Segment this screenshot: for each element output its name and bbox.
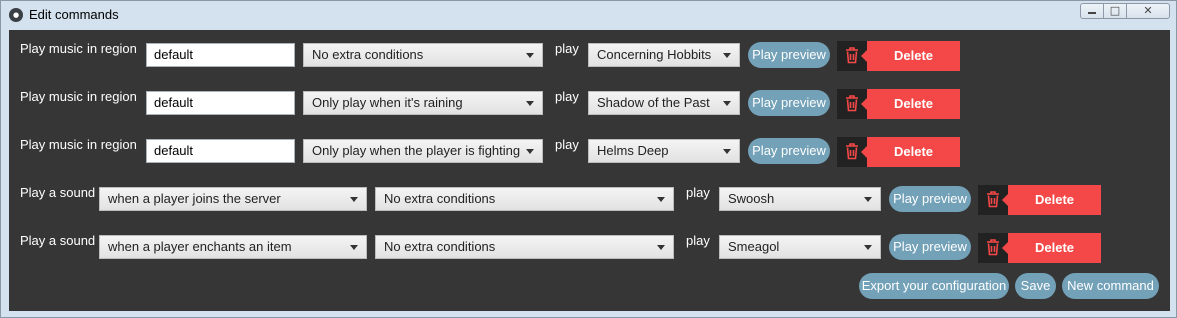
command-row: Play music in region default No extra co… [9,41,1170,71]
event-value: when a player joins the server [108,191,281,206]
command-type-label: Play a sound [20,233,96,248]
delete-button[interactable]: Delete [861,137,960,167]
export-configuration-button[interactable]: Export your configuration [859,273,1009,299]
command-row: Play music in region default Only play w… [9,89,1170,119]
condition-select[interactable]: No extra conditions [375,235,674,259]
command-type-label: Play music [20,41,83,56]
command-row: Play a sound when a player enchants an i… [9,233,1170,263]
condition-value: No extra conditions [384,191,496,206]
minimize-icon [1088,11,1096,14]
sound-value: Swoosh [728,191,775,206]
chevron-down-icon [864,245,872,250]
maximize-button[interactable]: □ [1103,3,1127,19]
play-label: play [686,233,710,248]
play-label: play [555,137,579,152]
trash-icon [987,191,999,208]
play-preview-button[interactable]: Play preview [889,186,971,212]
command-row: Play music in region default Only play w… [9,137,1170,167]
condition-value: No extra conditions [384,239,496,254]
region-input[interactable]: default [146,91,295,115]
chevron-down-icon [657,197,665,202]
title-bar[interactable]: ● Edit commands □ ✕ [1,1,1176,29]
new-command-button[interactable]: New command [1062,273,1159,299]
sound-select[interactable]: Smeagol [719,235,881,259]
close-button[interactable]: ✕ [1126,3,1170,19]
chevron-down-icon [526,53,534,58]
play-label: play [555,41,579,56]
trash-icon [987,239,999,256]
in-region-label: in region [87,89,137,104]
command-type-label: Play music [20,89,83,104]
condition-select[interactable]: No extra conditions [375,187,674,211]
app-icon: ● [9,8,23,22]
delete-button[interactable]: Delete [1002,233,1101,263]
trash-icon [846,95,858,112]
window-controls: □ ✕ [1080,3,1170,19]
music-select[interactable]: Concerning Hobbits [588,43,740,67]
command-type-label: Play music [20,137,83,152]
play-label: play [555,89,579,104]
region-input[interactable]: default [146,139,295,163]
minimize-button[interactable] [1080,3,1104,19]
play-preview-button[interactable]: Play preview [748,90,830,116]
play-preview-button[interactable]: Play preview [748,42,830,68]
region-input[interactable]: default [146,43,295,67]
chevron-down-icon [350,197,358,202]
delete-button[interactable]: Delete [861,41,960,71]
chevron-down-icon [657,245,665,250]
music-select[interactable]: Shadow of the Past [588,91,740,115]
delete-button[interactable]: Delete [861,89,960,119]
chevron-down-icon [350,245,358,250]
condition-select[interactable]: Only play when it's raining [303,91,543,115]
edit-commands-window: ● Edit commands □ ✕ Play music in region… [0,0,1177,318]
music-value: Helms Deep [597,143,669,158]
event-value: when a player enchants an item [108,239,292,254]
maximize-icon: □ [1109,4,1121,17]
event-select[interactable]: when a player enchants an item [99,235,367,259]
close-icon: ✕ [1143,4,1153,17]
music-value: Shadow of the Past [597,95,710,110]
condition-select[interactable]: No extra conditions [303,43,543,67]
condition-value: Only play when the player is fighting [312,143,521,158]
condition-select[interactable]: Only play when the player is fighting [303,139,543,163]
condition-value: No extra conditions [312,47,424,62]
chevron-down-icon [526,101,534,106]
trash-icon [846,47,858,64]
chevron-down-icon [864,197,872,202]
condition-value: Only play when it's raining [312,95,463,110]
play-label: play [686,185,710,200]
chevron-down-icon [526,149,534,154]
chevron-down-icon [723,53,731,58]
play-preview-button[interactable]: Play preview [889,234,971,260]
event-select[interactable]: when a player joins the server [99,187,367,211]
delete-button[interactable]: Delete [1002,185,1101,215]
play-preview-button[interactable]: Play preview [748,138,830,164]
chevron-down-icon [723,101,731,106]
save-button[interactable]: Save [1015,273,1056,299]
music-select[interactable]: Helms Deep [588,139,740,163]
window-title: Edit commands [29,7,119,22]
command-type-label: Play a sound [20,185,96,200]
in-region-label: in region [87,41,137,56]
command-row: Play a sound when a player joins the ser… [9,185,1170,215]
sound-select[interactable]: Swoosh [719,187,881,211]
trash-icon [846,143,858,160]
music-value: Concerning Hobbits [597,47,712,62]
sound-value: Smeagol [728,239,780,254]
chevron-down-icon [723,149,731,154]
commands-panel: Play music in region default No extra co… [9,30,1170,311]
in-region-label: in region [87,137,137,152]
